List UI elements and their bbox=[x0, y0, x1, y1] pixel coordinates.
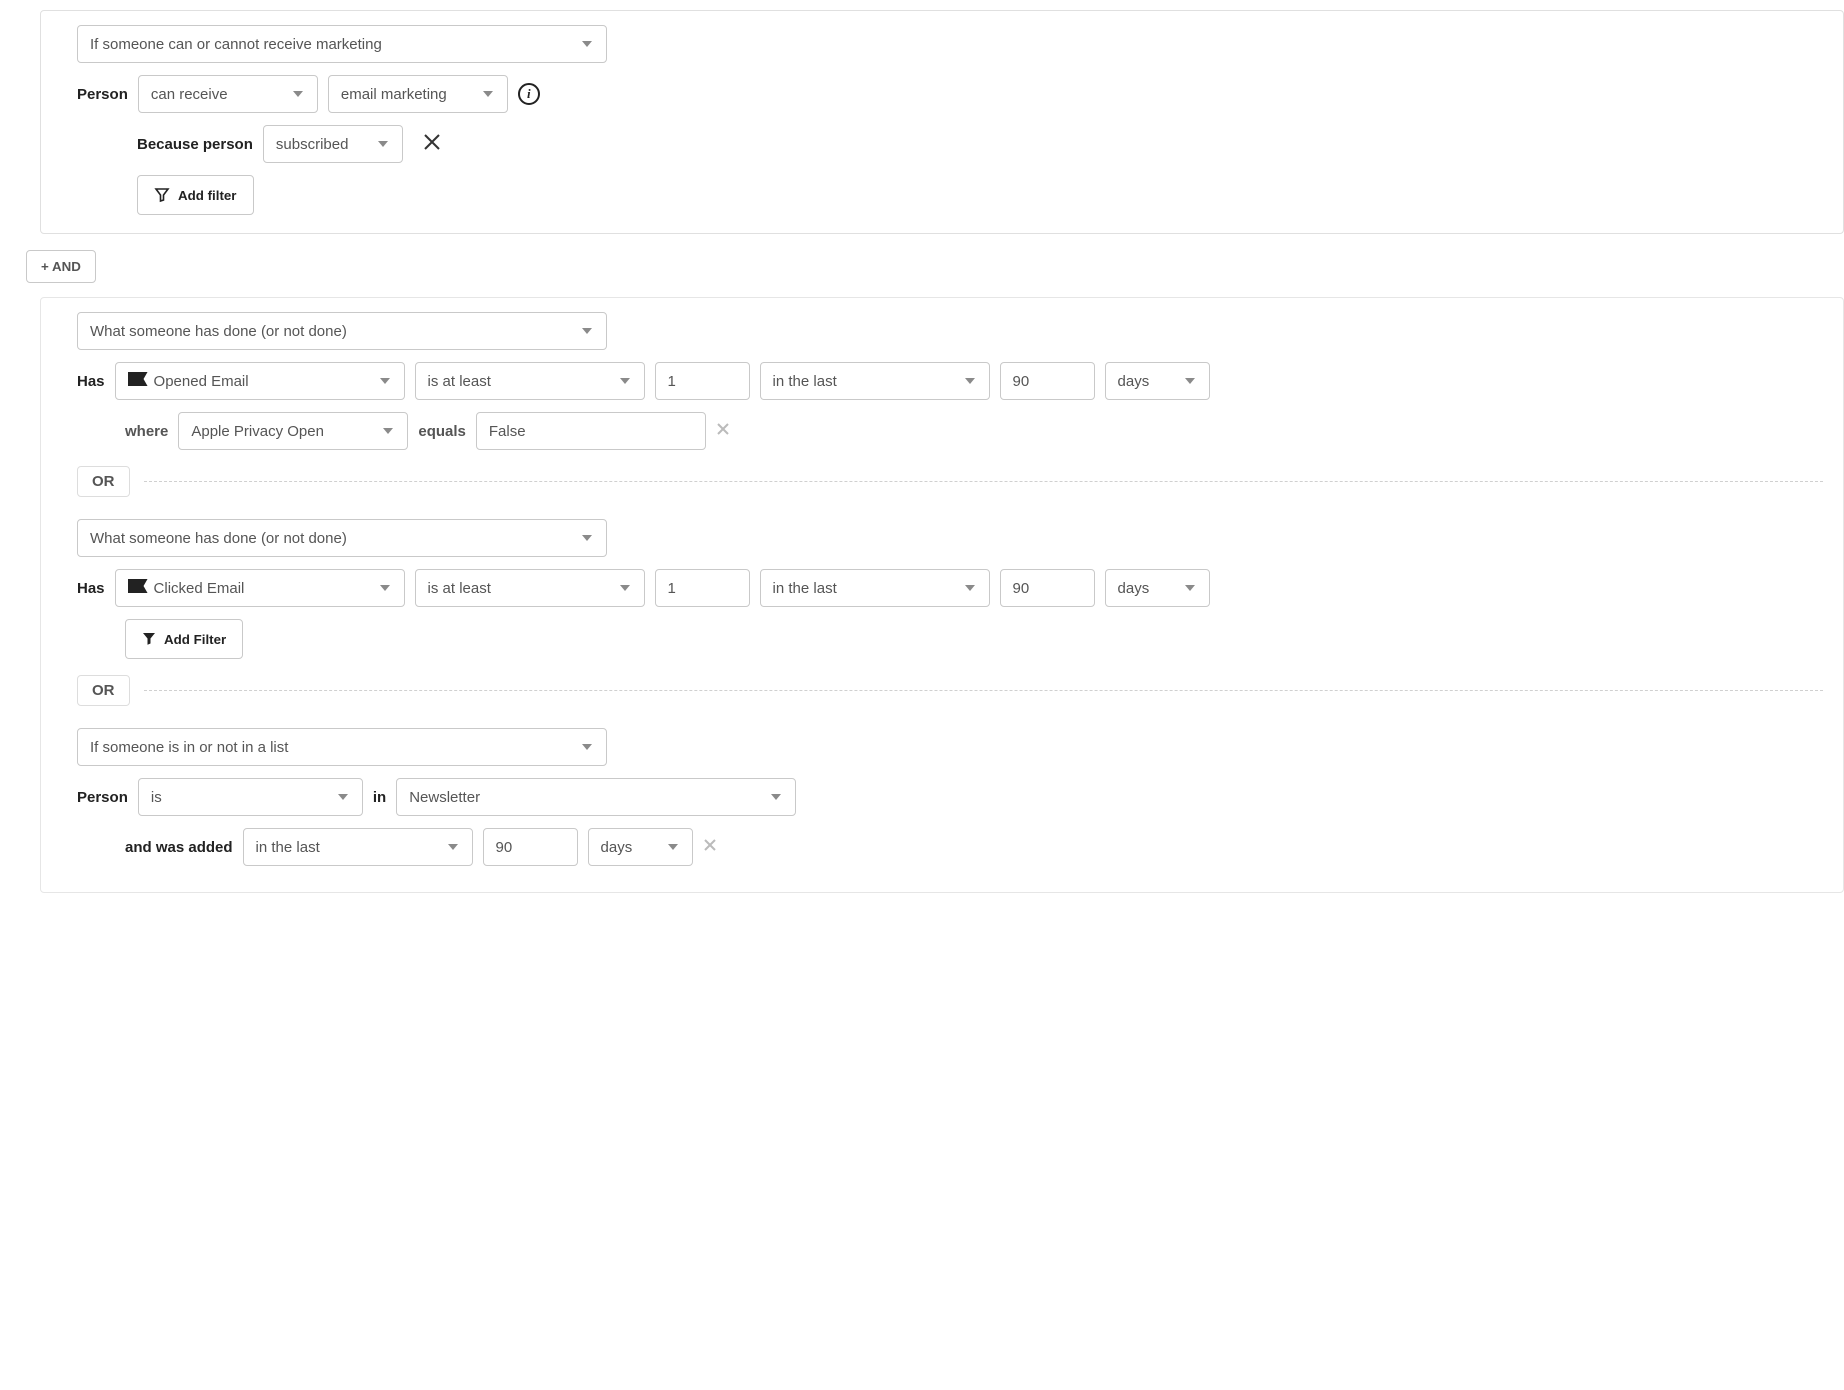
filter-icon bbox=[142, 632, 156, 646]
count-input[interactable] bbox=[655, 362, 750, 400]
operator-select[interactable]: is at least bbox=[415, 569, 645, 607]
chevron-down-icon bbox=[334, 788, 352, 806]
operator-select[interactable]: is at least bbox=[415, 362, 645, 400]
property-value-input[interactable] bbox=[476, 412, 706, 450]
person-label: Person bbox=[77, 789, 128, 806]
condition-type-label: If someone can or cannot receive marketi… bbox=[90, 36, 382, 53]
and-connector: + AND bbox=[26, 250, 1844, 283]
add-and-button[interactable]: + AND bbox=[26, 250, 96, 283]
remove-icon[interactable] bbox=[423, 133, 441, 155]
can-receive-select[interactable]: can receive bbox=[138, 75, 318, 113]
filter-icon bbox=[154, 187, 170, 203]
chevron-down-icon bbox=[578, 322, 596, 340]
property-select[interactable]: Apple Privacy Open bbox=[178, 412, 408, 450]
add-filter-button[interactable]: Add filter bbox=[137, 175, 254, 215]
range-select[interactable]: in the last bbox=[760, 569, 990, 607]
condition-type-select[interactable]: What someone has done (or not done) bbox=[77, 519, 607, 557]
in-label: in bbox=[373, 789, 386, 806]
has-label: Has bbox=[77, 373, 105, 390]
chevron-down-icon bbox=[961, 372, 979, 390]
chevron-down-icon bbox=[379, 422, 397, 440]
person-label: Person bbox=[77, 86, 128, 103]
chevron-down-icon bbox=[961, 579, 979, 597]
range-value-input[interactable] bbox=[1000, 569, 1095, 607]
chevron-down-icon bbox=[1181, 579, 1199, 597]
divider bbox=[144, 690, 1824, 691]
condition-type-select[interactable]: What someone has done (or not done) bbox=[77, 312, 607, 350]
chevron-down-icon bbox=[376, 579, 394, 597]
chevron-down-icon bbox=[578, 738, 596, 756]
range-value-input[interactable] bbox=[483, 828, 578, 866]
event-select[interactable]: Opened Email bbox=[115, 362, 405, 400]
chevron-down-icon bbox=[616, 579, 634, 597]
unit-select[interactable]: days bbox=[1105, 569, 1210, 607]
where-label: where bbox=[125, 423, 168, 440]
chevron-down-icon bbox=[767, 788, 785, 806]
unit-select[interactable]: days bbox=[1105, 362, 1210, 400]
range-value-input[interactable] bbox=[1000, 362, 1095, 400]
chevron-down-icon bbox=[664, 838, 682, 856]
or-connector: OR bbox=[77, 675, 1823, 706]
because-label: Because person bbox=[137, 136, 253, 153]
because-select[interactable]: subscribed bbox=[263, 125, 403, 163]
chevron-down-icon bbox=[578, 529, 596, 547]
chevron-down-icon bbox=[578, 35, 596, 53]
flag-icon bbox=[128, 579, 148, 593]
chevron-down-icon bbox=[289, 85, 307, 103]
chevron-down-icon bbox=[479, 85, 497, 103]
event-select[interactable]: Clicked Email bbox=[115, 569, 405, 607]
range-select[interactable]: in the last bbox=[760, 362, 990, 400]
list-select[interactable]: Newsletter bbox=[396, 778, 796, 816]
equals-label: equals bbox=[418, 423, 466, 440]
condition-group-1: If someone can or cannot receive marketi… bbox=[40, 10, 1844, 234]
info-icon[interactable]: i bbox=[518, 83, 540, 105]
flag-icon bbox=[128, 372, 148, 386]
unit-select[interactable]: days bbox=[588, 828, 693, 866]
has-label: Has bbox=[77, 580, 105, 597]
divider bbox=[144, 481, 1824, 482]
add-filter-button[interactable]: Add Filter bbox=[125, 619, 243, 659]
added-label: and was added bbox=[125, 839, 233, 856]
count-input[interactable] bbox=[655, 569, 750, 607]
or-chip[interactable]: OR bbox=[77, 466, 130, 497]
channel-select[interactable]: email marketing bbox=[328, 75, 508, 113]
remove-icon[interactable] bbox=[703, 838, 717, 856]
chevron-down-icon bbox=[374, 135, 392, 153]
chevron-down-icon bbox=[444, 838, 462, 856]
remove-icon[interactable] bbox=[716, 422, 730, 440]
or-connector: OR bbox=[77, 466, 1823, 497]
condition-group-2: What someone has done (or not done) Has … bbox=[40, 297, 1844, 893]
chevron-down-icon bbox=[1181, 372, 1199, 390]
or-chip[interactable]: OR bbox=[77, 675, 130, 706]
condition-type-select[interactable]: If someone can or cannot receive marketi… bbox=[77, 25, 607, 63]
range-select[interactable]: in the last bbox=[243, 828, 473, 866]
chevron-down-icon bbox=[376, 372, 394, 390]
is-select[interactable]: is bbox=[138, 778, 363, 816]
condition-type-select[interactable]: If someone is in or not in a list bbox=[77, 728, 607, 766]
chevron-down-icon bbox=[616, 372, 634, 390]
